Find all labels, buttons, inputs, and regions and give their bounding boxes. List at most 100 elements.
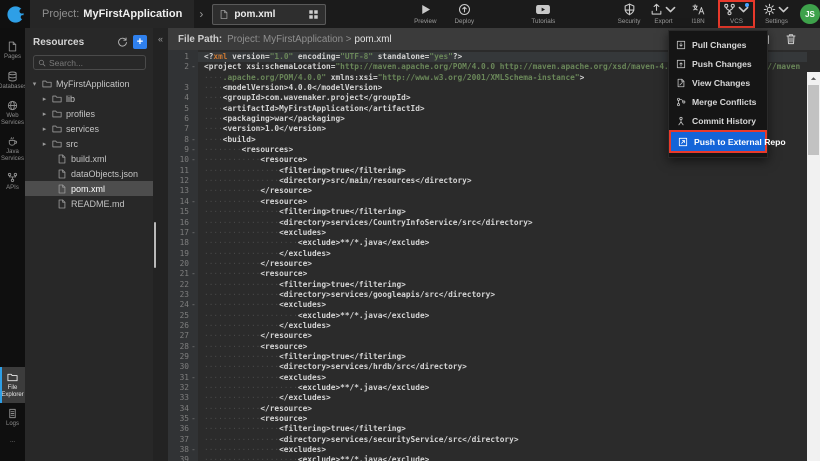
code-line: 32····················<exclude>**/*.java…	[168, 383, 807, 393]
fold-marker[interactable]: -	[189, 228, 198, 238]
tree-arrow[interactable]: ▾	[31, 80, 38, 88]
fold-marker[interactable]: -	[189, 62, 198, 72]
app-logo[interactable]	[0, 0, 30, 28]
sidebar-item-pages[interactable]: Pages	[0, 36, 25, 66]
tree-item-src[interactable]: ▸src	[25, 136, 153, 151]
tree-arrow[interactable]: ▸	[41, 125, 48, 133]
tree-arrow[interactable]: ▸	[41, 140, 48, 148]
line-number: 11	[170, 166, 189, 176]
fold-marker[interactable]: -	[189, 445, 198, 455]
more-label: ...	[10, 438, 15, 445]
code-line: 16················<directory>services/Co…	[168, 218, 807, 228]
menu-item-pull-changes[interactable]: Pull Changes	[669, 35, 767, 54]
fold-marker[interactable]: -	[189, 342, 198, 352]
folder-icon	[52, 139, 62, 149]
i18n-button[interactable]: I18N	[683, 2, 713, 26]
db-icon	[7, 71, 18, 82]
fold-marker[interactable]: -	[189, 414, 198, 424]
sidebar-item-apis[interactable]: APIs	[0, 167, 25, 197]
file-icon	[7, 41, 18, 52]
code-line: 38-················<excludes>	[168, 445, 807, 455]
fold-marker[interactable]: -	[189, 373, 198, 383]
editor-scrollbar[interactable]	[807, 72, 820, 461]
fold-marker[interactable]: -	[189, 135, 198, 145]
folder-icon	[52, 124, 62, 134]
menu-item-push-to-external-repo[interactable]: Push to External Repo	[671, 132, 765, 151]
line-number: 29	[170, 352, 189, 362]
menu-item-commit-history[interactable]: Commit History	[669, 111, 767, 130]
deploy-button[interactable]: Deploy	[449, 2, 479, 26]
sidebar-item-file-explorer[interactable]: File Explorer	[0, 367, 25, 403]
tree-item-dataobjects-json[interactable]: dataObjects.json	[25, 166, 153, 181]
export-button[interactable]: Export	[647, 2, 680, 26]
globe-icon	[7, 100, 18, 111]
tree-item-myfirstapplication[interactable]: ▾MyFirstApplication	[25, 76, 153, 91]
scroll-up-icon[interactable]	[807, 72, 820, 84]
java-services-label: Java Services	[1, 149, 24, 162]
add-resource-button[interactable]: +	[133, 35, 147, 49]
resources-search[interactable]	[33, 55, 146, 70]
menu-item-view-changes[interactable]: View Changes	[669, 73, 767, 92]
tree-arrow[interactable]: ▸	[41, 95, 48, 103]
tab-pom-xml[interactable]: pom.xml	[212, 4, 326, 25]
line-number: 35	[170, 414, 189, 424]
tree-item-lib[interactable]: ▸lib	[25, 91, 153, 106]
fold-marker[interactable]: -	[189, 300, 198, 310]
code-line: 35-············<resource>	[168, 414, 807, 424]
search-input[interactable]	[49, 58, 141, 68]
file-icon	[57, 199, 67, 209]
tree-item-readme-md[interactable]: README.md	[25, 196, 153, 211]
scrollbar-thumb[interactable]	[808, 85, 819, 155]
tutorials-button[interactable]: Tutorials	[528, 2, 558, 26]
vcs-button[interactable]: VCS	[720, 2, 753, 26]
file-explorer-label: File Explorer	[1, 385, 23, 398]
code-line: 12················<directory>src/main/re…	[168, 176, 807, 186]
fold-marker[interactable]: -	[189, 155, 198, 165]
fold-marker[interactable]: -	[189, 197, 198, 207]
security-button[interactable]: Security	[614, 2, 644, 26]
sidebar-item-logs[interactable]: Logs	[0, 403, 25, 433]
line-number: 4	[170, 93, 189, 103]
logs-label: Logs	[6, 421, 19, 428]
project-label: Project:	[42, 8, 79, 20]
file-icon	[219, 9, 229, 20]
trash-icon[interactable]	[785, 33, 797, 45]
line-number: 8	[170, 135, 189, 145]
sidebar-item-databases[interactable]: Databases	[0, 66, 25, 96]
avatar[interactable]: JS	[800, 4, 820, 24]
gear-icon	[763, 3, 776, 16]
line-number: 36	[170, 424, 189, 434]
menu-item-push-changes[interactable]: Push Changes	[669, 54, 767, 73]
sidebar-item-web-services[interactable]: Web Services	[0, 95, 25, 131]
tree-item-profiles[interactable]: ▸profiles	[25, 106, 153, 121]
line-number: 13	[170, 186, 189, 196]
grid-icon[interactable]	[308, 9, 319, 20]
sidebar-item-java-services[interactable]: Java Services	[0, 131, 25, 167]
refresh-icon[interactable]	[117, 37, 128, 48]
menu-item-merge-conflicts[interactable]: Merge Conflicts	[669, 92, 767, 111]
settings-button[interactable]: Settings	[760, 2, 793, 26]
file-icon	[57, 169, 67, 179]
tree-item-services[interactable]: ▸services	[25, 121, 153, 136]
coffee-icon	[7, 136, 18, 147]
preview-button[interactable]: Preview	[410, 2, 440, 26]
code-line: 39····················<exclude>**/*.java…	[168, 455, 807, 461]
fold-marker[interactable]: -	[189, 269, 198, 279]
folder-icon	[52, 94, 62, 104]
code-line: 34············</resource>	[168, 404, 807, 414]
code-line: 13············</resource>	[168, 186, 807, 196]
tree-arrow[interactable]: ▸	[41, 110, 48, 118]
line-number: 6	[170, 114, 189, 124]
tree-item-pom-xml[interactable]: pom.xml	[25, 181, 153, 196]
panel-resize-handle[interactable]	[154, 222, 156, 268]
code-line: 29················<filtering>true</filte…	[168, 352, 807, 362]
tab-label: pom.xml	[234, 9, 303, 20]
code-line: 19················</excludes>	[168, 249, 807, 259]
fold-marker[interactable]: -	[189, 145, 198, 155]
branch-icon	[723, 3, 736, 16]
tree-item-build-xml[interactable]: build.xml	[25, 151, 153, 166]
collapse-panel-icon[interactable]: «	[153, 35, 168, 44]
sidebar-item-more[interactable]: ...	[0, 433, 25, 450]
code-line: 17-················<excludes>	[168, 228, 807, 238]
databases-label: Databases	[0, 84, 27, 91]
